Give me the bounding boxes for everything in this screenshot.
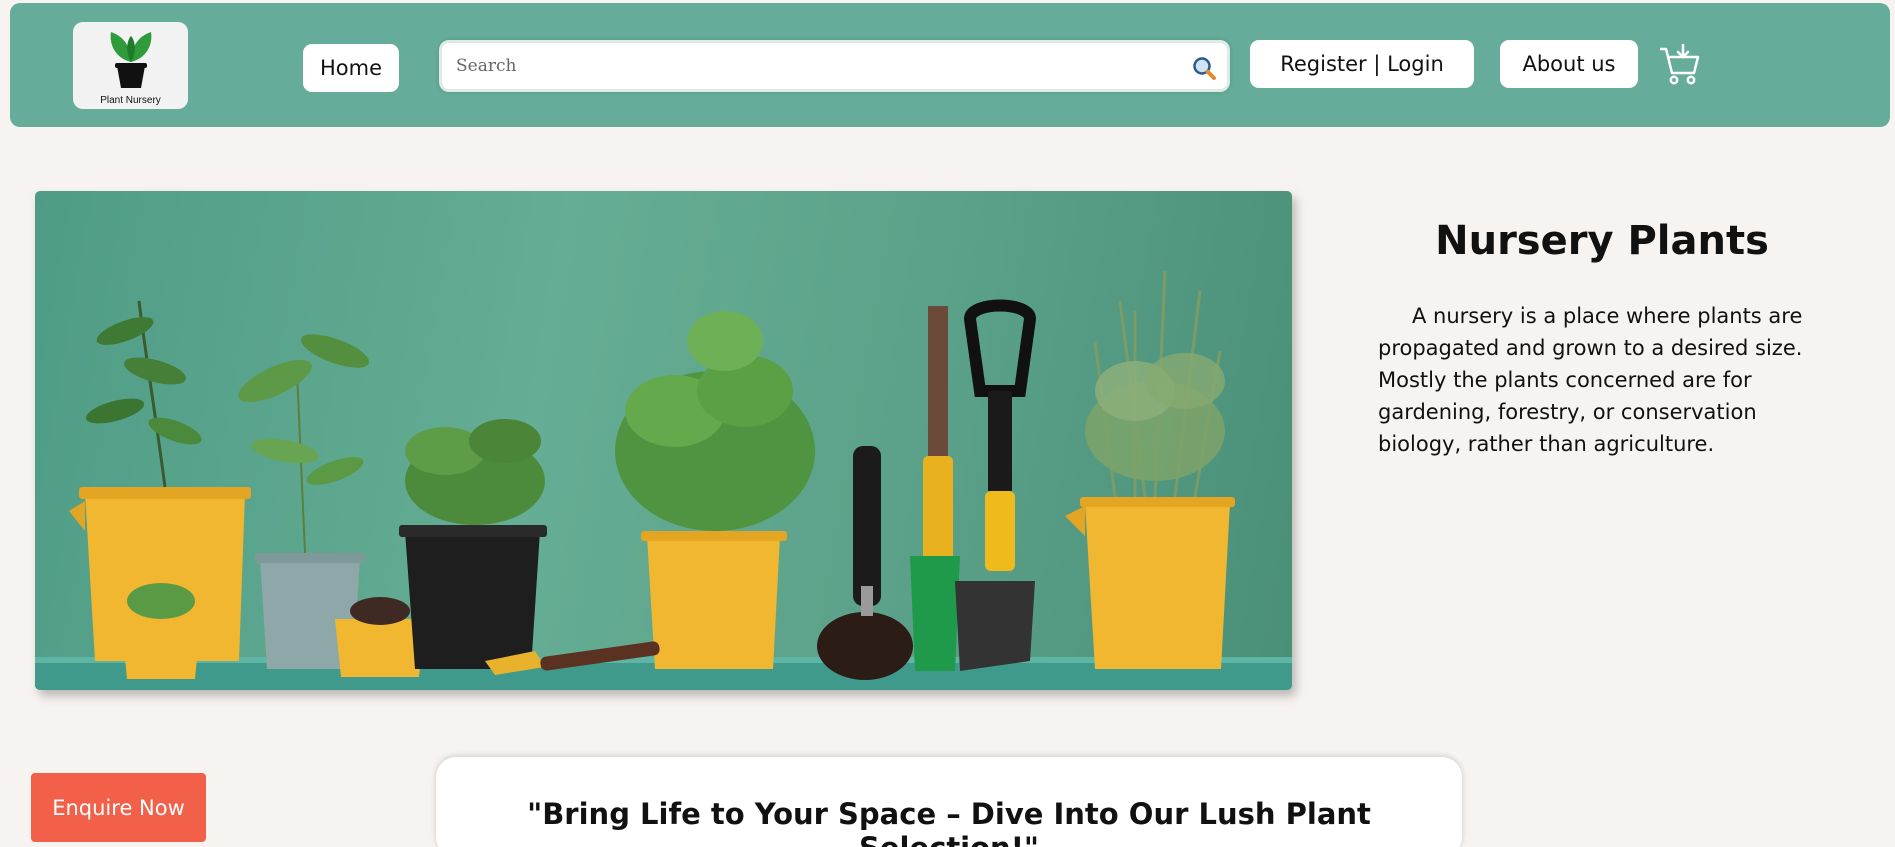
register-login-button[interactable]: Register | Login — [1250, 40, 1474, 88]
search-input[interactable] — [456, 43, 1156, 89]
logo[interactable]: Plant Nursery — [73, 22, 188, 109]
page-title: Nursery Plants — [1435, 218, 1769, 264]
search-icon[interactable] — [1191, 55, 1217, 81]
hero-image — [35, 191, 1292, 690]
logo-text: Plant Nursery — [100, 95, 161, 106]
nursery-description: A nursery is a place where plants are pr… — [1378, 304, 1803, 456]
tagline-text: "Bring Life to Your Space – Dive Into Ou… — [527, 797, 1371, 847]
cart-icon[interactable] — [1658, 43, 1702, 87]
header-bar: Plant Nursery Home Register | Login Abou… — [10, 3, 1890, 127]
tagline-card: "Bring Life to Your Space – Dive Into Ou… — [436, 757, 1462, 847]
home-button[interactable]: Home — [303, 44, 399, 92]
enquire-now-button[interactable]: Enquire Now — [31, 773, 206, 842]
plant-logo-icon — [110, 32, 152, 88]
search-bar — [439, 40, 1230, 92]
about-us-button[interactable]: About us — [1500, 40, 1638, 88]
